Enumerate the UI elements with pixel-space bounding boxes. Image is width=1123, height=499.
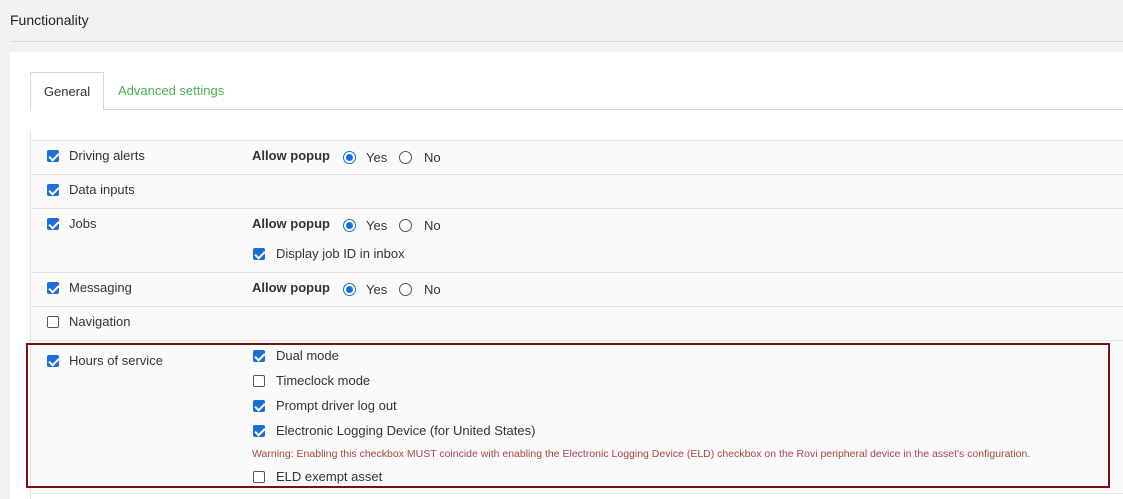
driving-alerts-popup-yes-label: Yes: [366, 150, 388, 165]
messaging-popup-yes-radio[interactable]: [343, 283, 356, 296]
driving-alerts-popup-no-radio[interactable]: [399, 151, 412, 164]
row-hours-of-service: Hours of service Dual mode Timeclock mod…: [31, 340, 1123, 494]
data-inputs-checkbox[interactable]: [47, 184, 59, 196]
jobs-popup-no-label: No: [424, 218, 441, 233]
dual-mode-checkbox[interactable]: [253, 350, 265, 362]
jobs-popup-yes-label: Yes: [366, 218, 388, 233]
messaging-popup-yes-label: Yes: [366, 282, 388, 297]
messaging-checkbox[interactable]: [47, 282, 59, 294]
eld-exempt-checkbox[interactable]: [253, 471, 265, 483]
messaging-popup-no-label: No: [424, 282, 441, 297]
jobs-checkbox[interactable]: [47, 218, 59, 230]
messaging-label: Messaging: [69, 280, 132, 295]
functionality-list: Driving alerts Allow popup Yes No Data i…: [30, 130, 1123, 499]
messaging-allow-popup-label: Allow popup: [252, 280, 330, 295]
messaging-popup-no-radio[interactable]: [399, 283, 412, 296]
driving-alerts-checkbox[interactable]: [47, 150, 59, 162]
timeclock-mode-label: Timeclock mode: [276, 373, 371, 388]
eld-exempt-label: ELD exempt asset: [276, 469, 383, 484]
page-title: Functionality: [10, 12, 89, 28]
navigation-checkbox[interactable]: [47, 316, 59, 328]
row-data-inputs: Data inputs: [31, 174, 1123, 208]
jobs-allow-popup-label: Allow popup: [252, 216, 330, 231]
tab-bar: General Advanced settings: [30, 72, 1123, 111]
title-divider: [10, 41, 1123, 42]
driving-alerts-popup-no-label: No: [424, 150, 441, 165]
row-jobs: Jobs Allow popup Yes No Display job ID i…: [31, 208, 1123, 272]
display-job-id-checkbox[interactable]: [253, 248, 265, 260]
navigation-label: Navigation: [69, 314, 131, 329]
display-job-id-label: Display job ID in inbox: [276, 246, 405, 261]
jobs-popup-no-radio[interactable]: [399, 219, 412, 232]
hours-of-service-label: Hours of service: [69, 353, 163, 368]
row-messaging: Messaging Allow popup Yes No: [31, 272, 1123, 306]
prompt-driver-log-out-label: Prompt driver log out: [276, 398, 397, 413]
timeclock-mode-checkbox[interactable]: [253, 375, 265, 387]
jobs-popup-yes-radio[interactable]: [343, 219, 356, 232]
jobs-label: Jobs: [69, 216, 97, 231]
eld-warning-text: Warning: Enabling this checkbox MUST coi…: [252, 448, 1031, 460]
eld-checkbox[interactable]: [253, 425, 265, 437]
driving-alerts-popup-yes-radio[interactable]: [343, 151, 356, 164]
eld-label: Electronic Logging Device (for United St…: [276, 423, 536, 438]
driving-alerts-allow-popup-label: Allow popup: [252, 148, 330, 163]
row-driving-alerts: Driving alerts Allow popup Yes No: [31, 140, 1123, 174]
driving-alerts-label: Driving alerts: [69, 148, 145, 163]
tab-general[interactable]: General: [30, 72, 104, 111]
hours-of-service-checkbox[interactable]: [47, 355, 59, 367]
data-inputs-label: Data inputs: [69, 182, 135, 197]
prompt-driver-log-out-checkbox[interactable]: [253, 400, 265, 412]
row-navigation: Navigation: [31, 306, 1123, 340]
dual-mode-label: Dual mode: [276, 348, 339, 363]
tab-advanced-settings[interactable]: Advanced settings: [106, 72, 236, 110]
